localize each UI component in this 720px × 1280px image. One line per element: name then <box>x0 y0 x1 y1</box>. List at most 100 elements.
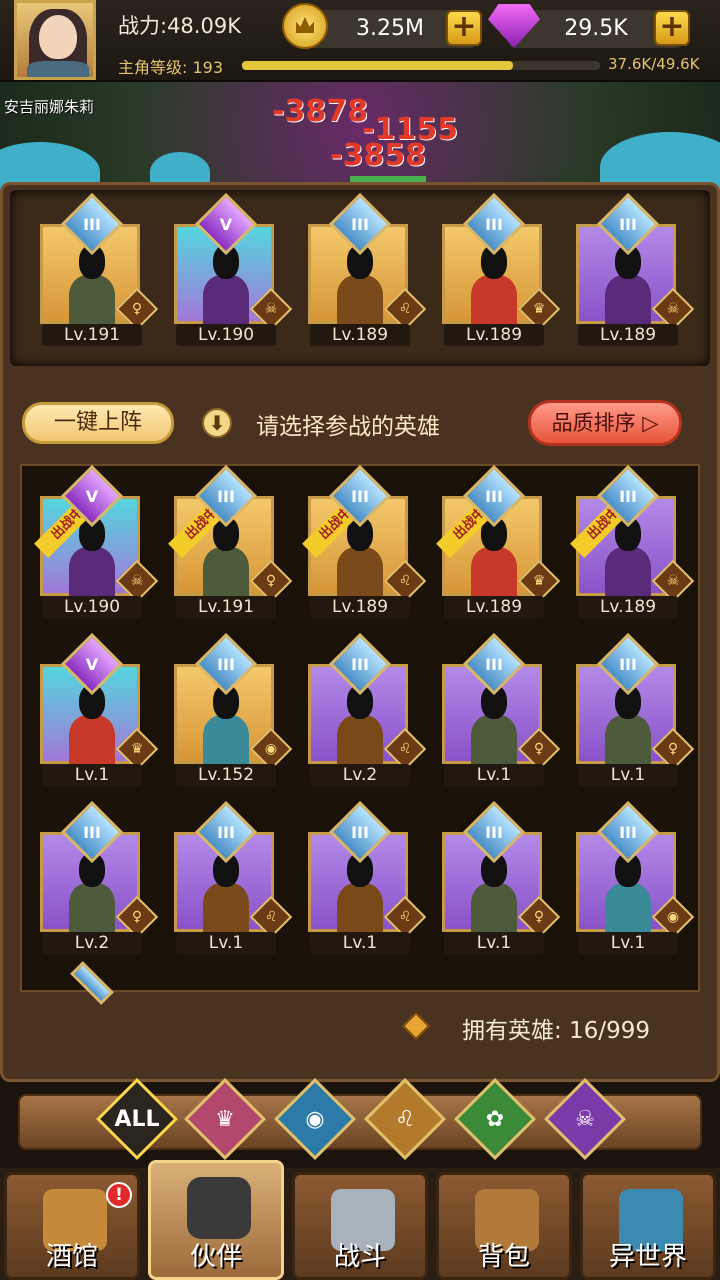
class-glyph: ♀ <box>533 741 545 757</box>
hero-portrait <box>69 245 115 325</box>
hero-body <box>605 883 651 933</box>
auto-deploy-button[interactable]: 一键上阵 <box>22 402 174 444</box>
hero-level-label: Lv.190 <box>176 324 276 346</box>
class-glyph: ♀ <box>131 301 143 317</box>
hero-level-label: Lv.191 <box>42 324 142 346</box>
hero-body <box>69 715 115 765</box>
add-gold-button[interactable]: + <box>446 10 482 46</box>
hero-body <box>337 883 383 933</box>
hero-level-label: Lv.189 <box>444 596 544 618</box>
hero-level-label: Lv.152 <box>176 764 276 786</box>
damage-number: -3858 <box>330 138 426 173</box>
class-glyph: ☠ <box>264 301 278 317</box>
class-glyph: ◉ <box>666 909 680 925</box>
rank-label: III <box>351 654 369 674</box>
down-arrow-icon: ⬇ <box>202 408 232 438</box>
hero-body <box>203 883 249 933</box>
class-glyph: ☠ <box>666 301 680 317</box>
nav-tab-2[interactable]: 战斗 <box>292 1172 428 1280</box>
hero-level-label: Lv.1 <box>444 932 544 954</box>
nav-tab-label: 伙伴 <box>189 1242 242 1272</box>
class-glyph: ♌ <box>264 909 278 925</box>
hero-body <box>337 547 383 597</box>
gold-amount: 3.25M <box>356 16 424 41</box>
rank-label: III <box>217 822 235 842</box>
rank-label: III <box>619 822 637 842</box>
rank-label: V <box>219 214 233 234</box>
rank-label: V <box>85 654 99 674</box>
hero-level-label: Lv.189 <box>444 324 544 346</box>
combat-power: 战力:48.09K <box>118 14 241 38</box>
quality-sort-button[interactable]: 品质排序 ▷ <box>528 400 682 446</box>
gem-amount: 29.5K <box>564 16 628 41</box>
hero-level-label: Lv.189 <box>578 596 678 618</box>
lion-class-icon: ♌ <box>395 1106 415 1132</box>
hero-portrait <box>337 685 383 765</box>
hero-body <box>337 715 383 765</box>
hero-portrait <box>69 853 115 933</box>
elf-class-icon: ✿ <box>485 1106 505 1132</box>
add-gem-button[interactable]: + <box>654 10 690 46</box>
crown-class-icon: ♛ <box>215 1106 235 1132</box>
hero-portrait <box>203 245 249 325</box>
class-glyph: ♌ <box>398 909 412 925</box>
nav-tab-4[interactable]: 异世界 <box>580 1172 716 1280</box>
hero-body <box>69 883 115 933</box>
hero-level-label: Lv.1 <box>444 764 544 786</box>
class-glyph: ♌ <box>398 301 412 317</box>
hero-body <box>69 547 115 597</box>
hero-body <box>605 275 651 325</box>
nav-tab-1[interactable]: 伙伴 <box>148 1160 284 1280</box>
hero-body <box>471 275 517 325</box>
class-glyph: ♀ <box>533 909 545 925</box>
player-level: 主角等级: 193 <box>118 58 224 77</box>
class-glyph: ♌ <box>398 741 412 757</box>
class-glyph: ☠ <box>130 573 144 589</box>
hero-portrait <box>605 853 651 933</box>
rank-label: III <box>485 214 503 234</box>
hero-body <box>471 547 517 597</box>
nav-tab-label: 战斗 <box>333 1242 386 1272</box>
hero-body <box>203 715 249 765</box>
hero-body <box>605 715 651 765</box>
hero-portrait <box>605 685 651 765</box>
rank-label: III <box>485 486 503 506</box>
hero-portrait <box>471 245 517 325</box>
hero-portrait <box>203 853 249 933</box>
hero-level-label: Lv.189 <box>310 324 410 346</box>
hero-level-label: Lv.1 <box>176 932 276 954</box>
hero-name-label: 安吉丽娜朱莉 <box>4 98 95 116</box>
rank-label: III <box>217 654 235 674</box>
hero-body <box>203 547 249 597</box>
hero-level-label: Lv.2 <box>310 764 410 786</box>
rank-label: III <box>485 654 503 674</box>
rank-label: III <box>619 214 637 234</box>
hero-portrait <box>69 685 115 765</box>
rank-label: III <box>619 654 637 674</box>
hero-level-label: Lv.191 <box>176 596 276 618</box>
hero-level-label: Lv.1 <box>578 764 678 786</box>
class-glyph: ♛ <box>532 573 546 589</box>
hero-portrait <box>203 685 249 765</box>
player-avatar[interactable] <box>14 0 96 80</box>
xp-bar-fill <box>242 61 514 70</box>
hero-level-label: Lv.189 <box>310 596 410 618</box>
hero-body <box>605 547 651 597</box>
nav-tab-label: 异世界 <box>608 1242 687 1272</box>
nav-tab-3[interactable]: 背包 <box>436 1172 572 1280</box>
hero-level-label: Lv.1 <box>578 932 678 954</box>
hero-level-label: Lv.1 <box>42 764 142 786</box>
hero-portrait <box>337 245 383 325</box>
hero-level-label: Lv.1 <box>310 932 410 954</box>
rank-label: III <box>351 822 369 842</box>
rank-label: III <box>83 822 101 842</box>
nav-tab-label: 背包 <box>477 1242 530 1272</box>
class-glyph: ♛ <box>532 301 546 317</box>
rank-label: III <box>619 486 637 506</box>
hero-portrait <box>605 245 651 325</box>
hero-body <box>203 275 249 325</box>
rank-label: III <box>217 486 235 506</box>
demon-class-icon: ☠ <box>575 1106 595 1132</box>
xp-bar <box>242 61 600 70</box>
class-glyph: ☠ <box>666 573 680 589</box>
